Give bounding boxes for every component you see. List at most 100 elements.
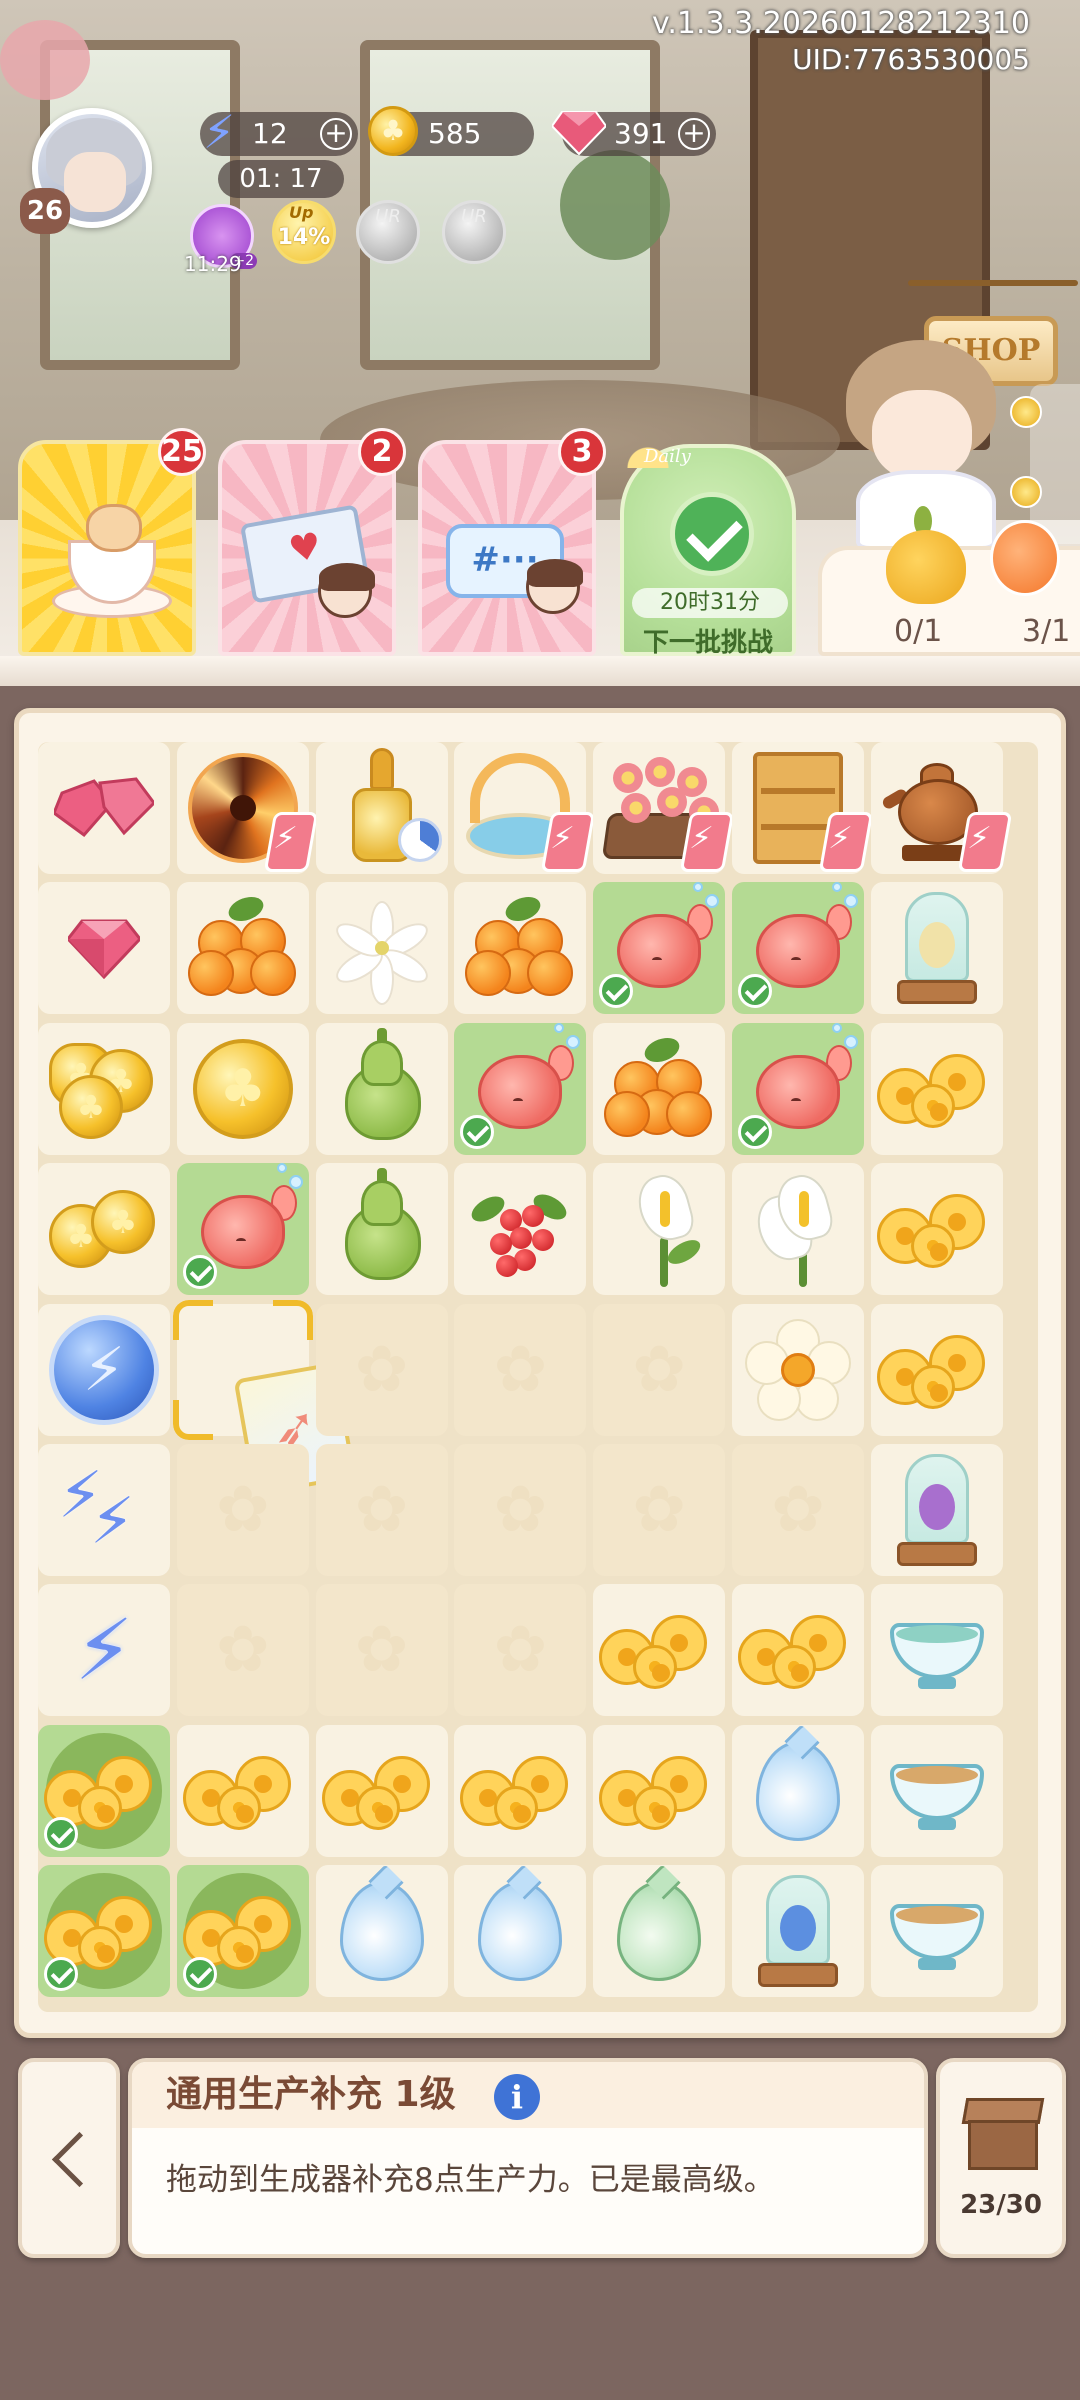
board-cell[interactable]: [593, 1865, 726, 1998]
orange-icon: [604, 1033, 714, 1139]
board-cell-empty[interactable]: [593, 1444, 726, 1576]
board-cell[interactable]: [315, 1724, 448, 1857]
back-button[interactable]: [18, 2058, 120, 2258]
board-cell[interactable]: [454, 882, 587, 1015]
board-cell[interactable]: [593, 882, 726, 1015]
board-cell[interactable]: [732, 1584, 864, 1717]
flower-icon: [876, 1044, 997, 1134]
board-cell[interactable]: [732, 1724, 864, 1857]
orange-icon: [465, 892, 575, 998]
pear-creature-icon: [880, 500, 970, 610]
board-cell[interactable]: [593, 1163, 726, 1296]
flower-icon: [876, 1184, 997, 1274]
board-cell[interactable]: [315, 1022, 448, 1155]
flower-icon: [738, 1605, 858, 1695]
board-cell[interactable]: [732, 1022, 864, 1155]
clownfish-icon: [990, 520, 1060, 596]
board-cell[interactable]: [454, 1724, 587, 1857]
flower-icon: [876, 1325, 997, 1415]
info-icon[interactable]: i: [494, 2074, 540, 2120]
board-cell[interactable]: [38, 1865, 170, 1998]
board-cell-empty[interactable]: [454, 1303, 587, 1436]
board-cell[interactable]: [38, 742, 170, 874]
check-icon: [44, 1816, 78, 1851]
board-cell[interactable]: [454, 1865, 587, 1998]
board-cell[interactable]: [593, 1724, 726, 1857]
board-cell[interactable]: [593, 742, 735, 874]
energy-icon: ⚡: [202, 105, 236, 159]
board-cell-empty[interactable]: [315, 1584, 448, 1717]
board-cell[interactable]: ⚡: [38, 1584, 170, 1717]
board-cell[interactable]: [870, 1303, 1003, 1436]
board-cell-empty[interactable]: [315, 1444, 448, 1576]
storage-button[interactable]: 23/30: [936, 2058, 1066, 2258]
board-cell[interactable]: [176, 742, 319, 874]
board-cell[interactable]: [176, 1022, 309, 1155]
board-cell[interactable]: [315, 882, 448, 1015]
board-cell[interactable]: [732, 1163, 864, 1296]
daily-challenge-card[interactable]: Daily 20时31分 下一批挑战: [618, 428, 796, 658]
pear-creature-icon: [337, 1027, 427, 1144]
board-cell[interactable]: [732, 1865, 864, 1998]
add-energy-button[interactable]: +: [320, 118, 352, 150]
board-cell[interactable]: [38, 1303, 170, 1436]
board-cell[interactable]: [38, 882, 170, 1015]
board-cell[interactable]: [732, 1303, 864, 1436]
board-cell[interactable]: [38, 1163, 170, 1296]
board-cell-empty[interactable]: [176, 1584, 309, 1717]
box-icon: [961, 2098, 1045, 2170]
board-cell[interactable]: [732, 882, 864, 1015]
vanilla-jar-icon: [896, 888, 977, 1008]
flower-icon: [599, 1605, 719, 1695]
add-gem-button[interactable]: +: [678, 118, 710, 150]
board-cell[interactable]: [870, 1163, 1003, 1296]
up-buff-icon[interactable]: Up 14%: [272, 200, 336, 264]
board-cell[interactable]: [454, 1022, 587, 1155]
board-cell[interactable]: [454, 742, 596, 874]
board-cell[interactable]: [454, 1163, 587, 1296]
board-cell[interactable]: [870, 742, 1013, 874]
flower-icon: [599, 1746, 719, 1836]
board-cell-empty[interactable]: [593, 1303, 726, 1436]
lightning-icon: ⚡: [74, 1601, 134, 1700]
board-cell[interactable]: [870, 1022, 1003, 1155]
board-cell[interactable]: [176, 1724, 309, 1857]
board-cell-empty[interactable]: [315, 1303, 448, 1436]
board-cell[interactable]: [870, 1444, 1003, 1576]
order-card-mail[interactable]: 2: [218, 428, 406, 656]
coins-icon: [49, 1184, 159, 1274]
board-cell[interactable]: [176, 1163, 309, 1296]
board-cell-empty[interactable]: [454, 1444, 587, 1576]
tea-bowl-icon: [882, 1746, 992, 1836]
board-cell[interactable]: [870, 1865, 1003, 1998]
board-cell[interactable]: [38, 1724, 170, 1857]
board-cell-empty[interactable]: [176, 1444, 309, 1576]
board-cell[interactable]: [315, 1865, 448, 1998]
order-card-tea[interactable]: 25: [18, 428, 206, 656]
board-cell[interactable]: ⚡ ⚡: [38, 1444, 170, 1576]
ur-card-icon[interactable]: UR: [442, 200, 506, 264]
narcissus-icon: [743, 1315, 853, 1425]
ur-card-icon[interactable]: UR: [356, 200, 420, 264]
board-cell-empty[interactable]: [454, 1584, 587, 1717]
generator-energy-icon: [541, 812, 596, 872]
board-cell[interactable]: [315, 742, 448, 874]
board-cell[interactable]: [870, 882, 1003, 1015]
skill-buff-timer: 11:29: [184, 252, 242, 276]
board-cell[interactable]: [870, 1584, 1003, 1717]
board-cell-empty[interactable]: [732, 1444, 864, 1576]
order-card-chat[interactable]: #··· 3: [418, 428, 606, 656]
blue-plant-jar-icon: [758, 1871, 838, 1991]
character-face-icon: [318, 563, 375, 618]
board-cell-selected[interactable]: [176, 1303, 357, 1496]
board-cell[interactable]: [38, 1022, 170, 1155]
coin-icon: [368, 106, 418, 156]
board-cell[interactable]: [732, 742, 874, 874]
berries-icon: [467, 1179, 571, 1279]
board-cell[interactable]: [176, 882, 309, 1015]
board-cell[interactable]: [593, 1584, 726, 1717]
board-cell[interactable]: [176, 1865, 309, 1998]
board-cell[interactable]: [870, 1724, 1003, 1857]
board-cell[interactable]: [593, 1022, 726, 1155]
board-cell[interactable]: [315, 1163, 448, 1296]
